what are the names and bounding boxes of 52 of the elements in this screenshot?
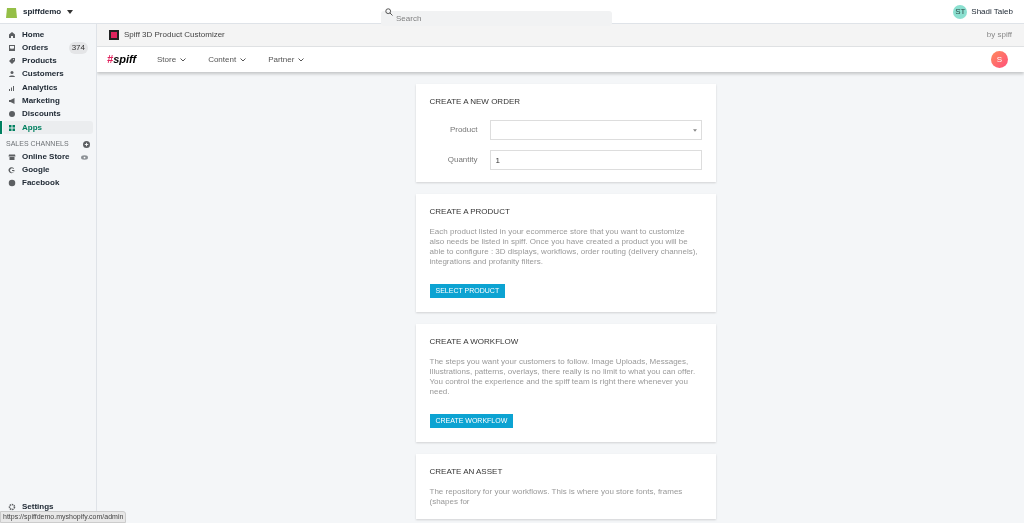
search-field[interactable]: Search [381,11,612,26]
inbox-icon [8,43,16,52]
user-avatar[interactable]: ST [953,4,968,19]
letter-g-icon [8,166,16,175]
bag-logo-icon [6,5,17,18]
eye-icon[interactable] [81,154,88,160]
card-title: CREATE A WORKFLOW [429,336,520,348]
sidebar-item[interactable]: Home [3,28,93,41]
sidebar-item[interactable]: Marketing [3,94,93,108]
sidebar-item[interactable]: Online Store [3,150,93,164]
settings-icon [8,502,16,511]
plus-icon[interactable] [83,141,90,149]
caret-icon [692,128,697,132]
card-title: CREATE A NEW ORDER [429,96,522,108]
card-description: The repository for your workflows. This is where you store fonts, frames (shapes for [429,487,684,507]
user-name[interactable]: Shadi Taleb [971,5,1013,18]
sidebar-item[interactable]: Customers [3,67,93,81]
nav-menu[interactable]: Store [157,53,187,66]
app-logo-icon [109,30,119,40]
nav-menu[interactable]: Partner [268,53,305,66]
card-title: CREATE A PRODUCT [429,206,511,218]
card-description: Each product listed in your ecommerce store that you want to customize also needs be listed in spiff. Once you have created a product you will be able to configure : 3D displays, workflows, order routing (delivery channels), integrations and profanity filters. [429,227,699,267]
app-title: Spiff 3D Product Customizer [124,29,225,41]
card-description: The steps you want your customers to follow. Image Uploads, Messages, Illustrations, patterns, overlays, there really is no limit to what you can offer. You control the experience and the spiff team is right there whenever you need. [429,357,697,397]
sidebar-item[interactable]: Google [3,163,93,177]
chevron-icon [180,57,187,62]
sidebar-item[interactable]: Apps [3,121,93,135]
count-badge: 374 [68,41,88,54]
sidebar-item[interactable]: Products [3,54,93,68]
megaphone-icon [8,97,16,105]
apps-icon [8,123,16,132]
person-icon [8,70,16,79]
caret-icon[interactable] [67,9,74,14]
chevron-icon [298,57,305,62]
sidebar-item[interactable]: Settings [3,500,93,513]
spiff-logo[interactable]: #spiff [107,51,157,68]
sidebar-item[interactable]: Facebook [3,176,93,190]
app-author: by spiff [986,29,1012,41]
nav-menu[interactable]: Content [208,53,247,66]
field-label: Product [448,124,479,136]
sidebar-item[interactable]: Discounts [3,107,93,121]
quantity-field[interactable]: 1 [489,150,702,170]
storefront-icon [8,153,16,162]
sidebar-item[interactable]: Analytics [3,81,93,95]
tag-icon [8,57,16,66]
sidebar-item[interactable]: Orders 374 [3,41,93,55]
bar-chart-icon [8,83,16,92]
store-name[interactable]: spiffdemo [23,5,62,18]
field-label: Quantity [446,154,479,166]
chevron-icon [240,57,247,62]
card-title: CREATE AN ASSET [429,466,504,478]
home-icon [8,30,16,39]
